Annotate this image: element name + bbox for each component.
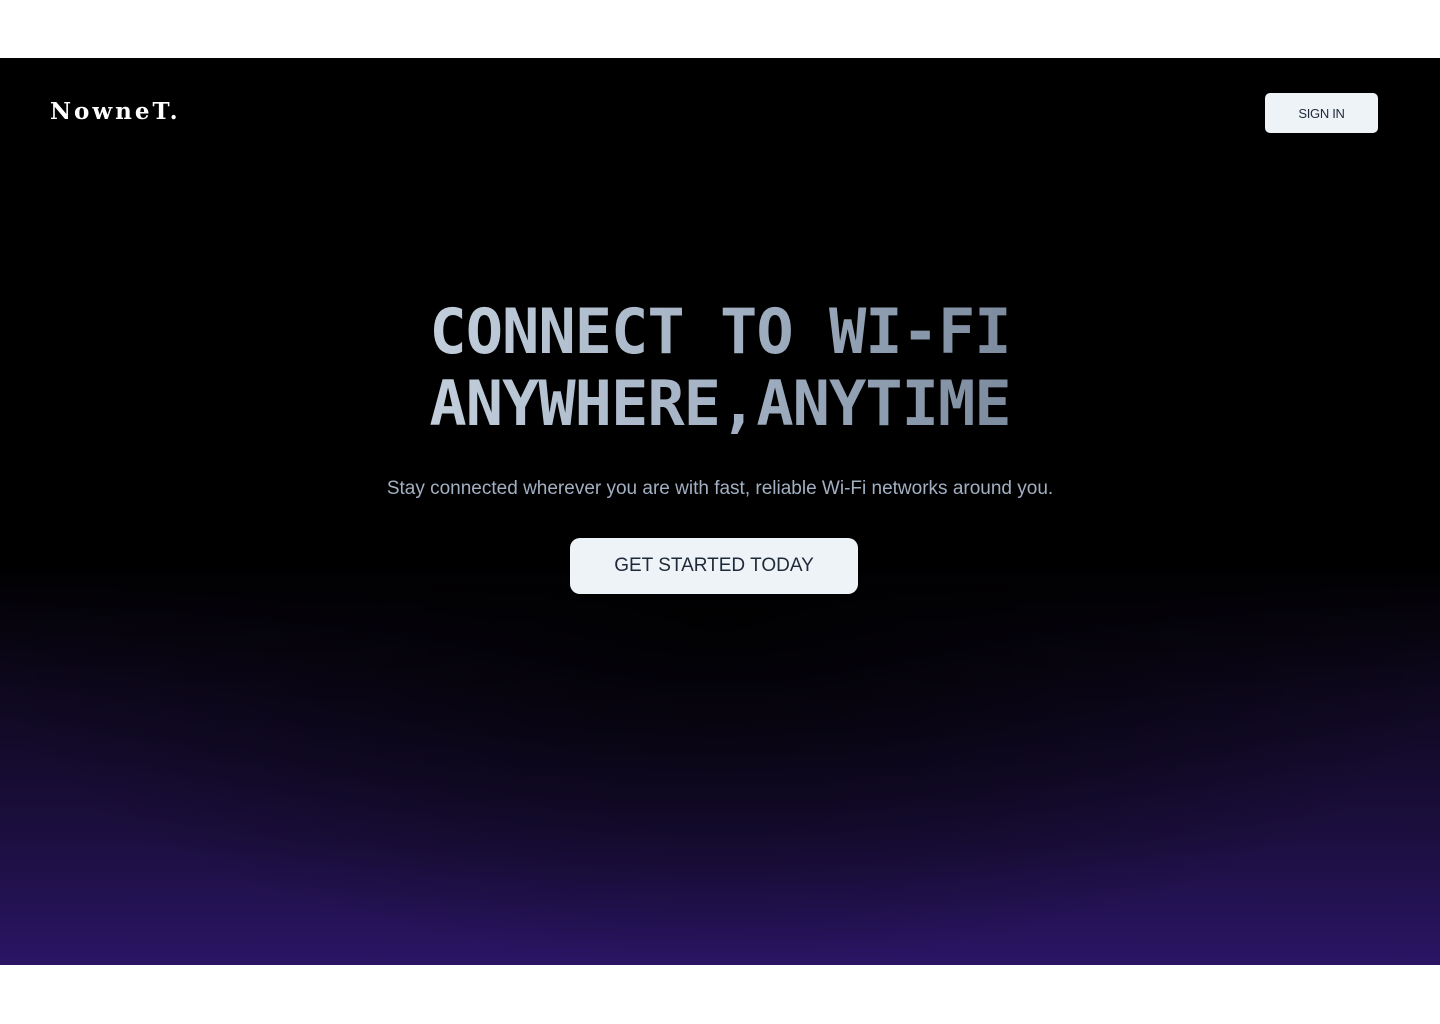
sign-in-button[interactable]: SIGN IN <box>1265 93 1378 133</box>
brand-logo[interactable]: NowneT. <box>50 98 181 125</box>
landing-page: NowneT. SIGN IN CONNECT TO WI-FI ANYWHER… <box>0 58 1440 965</box>
get-started-button[interactable]: GET STARTED TODAY <box>570 538 858 594</box>
hero-headline: CONNECT TO WI-FI ANYWHERE,ANYTIME <box>429 296 1010 440</box>
hero-subtitle: Stay connected wherever you are with fas… <box>386 478 1054 499</box>
hero-headline-line-1: CONNECT TO WI-FI <box>429 295 1011 368</box>
hero-headline-line-2: ANYWHERE,ANYTIME <box>429 367 1011 440</box>
hero-section: CONNECT TO WI-FI ANYWHERE,ANYTIME <box>0 296 1440 440</box>
